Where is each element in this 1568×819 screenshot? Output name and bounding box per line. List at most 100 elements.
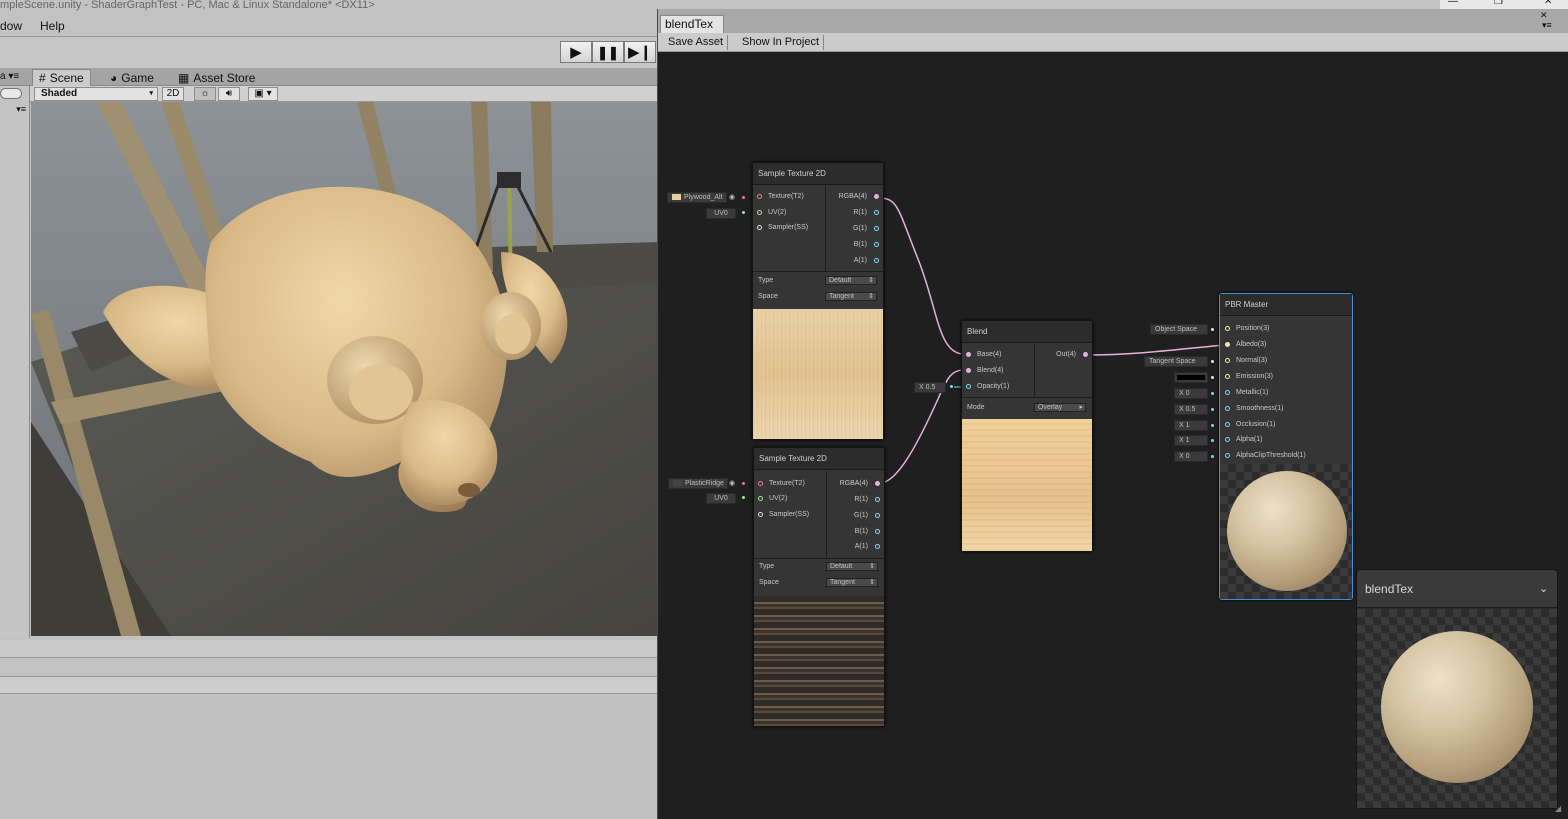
preview-header: blendTex ⌄ [1357,570,1557,608]
occlusion-field[interactable]: X 1 [1174,420,1208,431]
shading-mode-dropdown[interactable]: Shaded ▾ [34,87,158,101]
port-emission[interactable] [1225,374,1230,379]
target-icon[interactable]: ◉ [729,479,735,487]
port-label: B(1) [853,241,867,248]
chevron-down-icon[interactable]: ⌄ [1539,582,1548,595]
port-a[interactable] [874,258,879,263]
port-g[interactable] [875,513,880,518]
type-dropdown[interactable]: Default ⇕ [825,276,877,285]
pause-button[interactable]: ❚❚ [592,41,624,63]
port-g[interactable] [874,226,879,231]
close-icon[interactable]: ✕ [1544,0,1552,7]
node-pbr-master[interactable]: PBR Master Position(3) Albedo(3) Normal(… [1219,293,1353,600]
port-sampler[interactable] [758,512,763,517]
sun-icon: ☼ [200,88,210,99]
port-dot [742,196,745,199]
toggle-2d-button[interactable]: 2D [162,87,184,101]
port-metallic[interactable] [1225,390,1230,395]
port-occlusion[interactable] [1225,422,1230,427]
texture-field-plasticridge[interactable]: PlasticRidge [668,478,728,489]
space-dropdown[interactable]: Tangent ⇕ [825,292,877,301]
port-normal[interactable] [1225,358,1230,363]
port-uv[interactable] [758,496,763,501]
port-r[interactable] [874,210,879,215]
port-rgba[interactable] [874,194,879,199]
port-albedo[interactable] [1225,342,1230,347]
node-blend[interactable]: Blend Base(4) Blend(4) Opacity(1) Out(4)… [961,320,1093,552]
menu-window[interactable]: dow [0,16,22,36]
port-smoothness[interactable] [1225,406,1230,411]
port-label: Sampler(SS) [768,224,809,231]
type-label: Type [758,277,774,284]
alpha-clip-field[interactable]: X 0 [1174,451,1208,462]
port-opacity[interactable] [966,384,971,389]
smoothness-field[interactable]: X 0.5 [1174,404,1208,415]
preview-title: blendTex [1365,582,1414,596]
search-field[interactable] [0,88,22,99]
shader-graph-window: blendTex ✕ ▾≡ Save Asset Show In Project… [657,9,1568,819]
minimize-icon[interactable]: — [1448,0,1458,7]
port-label: R(1) [854,496,868,503]
list-menu-icon[interactable]: ▾≡ [0,104,30,116]
port-dot [1211,424,1214,427]
play-button[interactable]: ▶ [560,41,592,63]
uv-field-1[interactable]: UV0 [706,208,736,219]
tab-asset-store[interactable]: ▦ Asset Store [172,69,261,86]
resize-grip-icon[interactable]: ◢ [1555,804,1561,813]
type-dropdown[interactable]: Default ⇕ [826,562,878,571]
port-out[interactable] [1083,352,1088,357]
preview-viewport[interactable] [1357,609,1557,808]
emission-color-field[interactable] [1174,372,1208,383]
space-dropdown[interactable]: Tangent ⇕ [826,578,878,587]
dropdown-arrow-icon: ▾ [149,90,153,97]
window-controls: — ❐ ✕ [1440,0,1568,9]
port-texture[interactable] [757,194,762,199]
lock-icon[interactable]: a ▾≡ [0,71,19,82]
alpha-field[interactable]: X 1 [1174,435,1208,446]
uv-field-2[interactable]: UV0 [706,493,736,504]
audio-toggle[interactable]: 🔊︎ [218,87,240,101]
position-space-field[interactable]: Object Space [1150,324,1208,335]
port-label: Position(3) [1236,325,1270,332]
port-alpha-clip[interactable] [1225,453,1230,458]
mode-label: Mode [967,404,985,411]
port-dot [1211,360,1214,363]
scene-viewport[interactable] [31,102,658,636]
opacity-field[interactable]: X 0.5 [914,382,946,393]
lighting-toggle[interactable]: ☼ [194,87,216,101]
menu-help[interactable]: Help [40,16,65,36]
tab-scene[interactable]: # Scene [32,69,91,86]
port-b[interactable] [875,529,880,534]
node-sample-texture-2[interactable]: Sample Texture 2D Texture(T2) UV(2) Samp… [753,447,885,727]
main-preview-panel[interactable]: blendTex ⌄ [1356,569,1558,809]
port-a[interactable] [875,544,880,549]
port-label: UV(2) [769,495,788,502]
port-sampler[interactable] [757,225,762,230]
metallic-field[interactable]: X 0 [1174,388,1208,399]
preview-sphere [1227,471,1347,591]
hierarchy-panel-edge: ▾≡ [0,86,30,638]
tab-game[interactable]: ◕ Game [104,69,160,86]
port-blend[interactable] [966,368,971,373]
port-b[interactable] [874,242,879,247]
pacman-icon: ◕ [110,70,118,85]
effects-dropdown[interactable]: ▣ ▾ [248,87,278,101]
project-panel [0,694,660,819]
lower-panels [0,640,660,819]
step-button[interactable]: ▶❙ [624,41,656,63]
texture-field-plywood[interactable]: Plywood_Alt [667,192,727,203]
panel-tab-strip [0,640,660,658]
port-rgba[interactable] [875,481,880,486]
maximize-icon[interactable]: ❐ [1494,0,1503,7]
target-icon[interactable]: ◉ [729,193,735,201]
port-base[interactable] [966,352,971,357]
port-r[interactable] [875,497,880,502]
port-alpha[interactable] [1225,437,1230,442]
port-position[interactable] [1225,326,1230,331]
mode-dropdown[interactable]: Overlay ▸ [1034,403,1086,412]
normal-space-field[interactable]: Tangent Space [1144,356,1208,367]
dropdown-arrow-icon: ⇕ [868,277,874,284]
port-texture[interactable] [758,481,763,486]
port-uv[interactable] [757,210,762,215]
node-sample-texture-1[interactable]: Sample Texture 2D Texture(T2) UV(2) Samp… [752,162,884,440]
